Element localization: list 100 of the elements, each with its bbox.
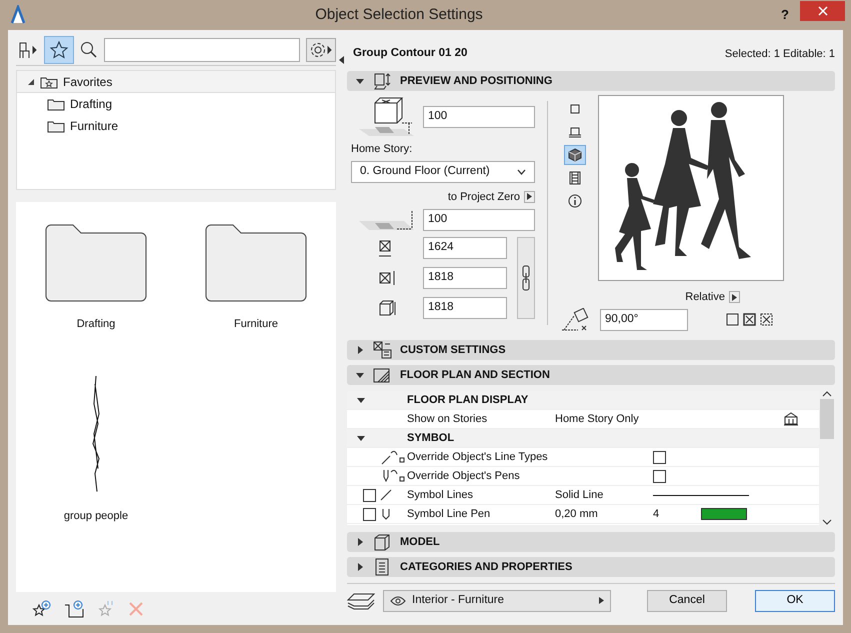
- item-label[interactable]: Furniture: [234, 316, 278, 332]
- folder-icon: [47, 97, 65, 111]
- star-add-icon[interactable]: [32, 600, 52, 618]
- project-elevation-field[interactable]: 100: [423, 209, 535, 231]
- property-value[interactable]: Solid Line: [555, 488, 604, 501]
- cancel-button[interactable]: Cancel: [647, 590, 727, 612]
- reference-label[interactable]: to Project Zero: [448, 188, 520, 205]
- home-story-label: Home Story:: [351, 142, 414, 157]
- relative-label[interactable]: Relative: [685, 289, 725, 306]
- window-title: Object Selection Settings: [314, 4, 484, 25]
- property-checkbox[interactable]: [362, 508, 376, 520]
- mirror-x-icon[interactable]: [743, 313, 756, 326]
- section-header[interactable]: FLOOR PLAN AND SECTION: [347, 365, 835, 385]
- favorites-button[interactable]: [44, 36, 74, 64]
- tree-item[interactable]: Drafting: [70, 95, 112, 113]
- depth-icon: [378, 269, 396, 287]
- height-icon: [378, 299, 396, 317]
- layers-icon: [347, 592, 375, 610]
- section-view-icon: [568, 125, 582, 139]
- expanded-arrow-icon[interactable]: [356, 77, 364, 85]
- cube-icon: [568, 148, 582, 162]
- layer-dropdown[interactable]: Interior - Furniture: [383, 590, 611, 612]
- expanded-arrow-icon[interactable]: [357, 396, 365, 404]
- close-icon: [818, 6, 828, 16]
- star-icon: [49, 40, 69, 60]
- mirror-dashed-icon[interactable]: [760, 313, 773, 326]
- search-icon[interactable]: [80, 40, 98, 58]
- item-label[interactable]: Drafting: [76, 316, 116, 332]
- object-name: Group Contour 01 20: [353, 46, 468, 62]
- story-icon: [783, 412, 799, 426]
- scribble-drawing[interactable]: [91, 374, 101, 494]
- property-value[interactable]: Home Story Only: [555, 412, 639, 425]
- pen-override-icon: [381, 468, 407, 484]
- play-arrow-icon: [732, 294, 737, 301]
- floorplan-section-icon: [373, 366, 392, 384]
- app-logo-icon: [8, 5, 28, 25]
- home-story-dropdown[interactable]: 0. Ground Floor (Current): [351, 160, 535, 182]
- scrollbar-thumb[interactable]: [820, 399, 834, 439]
- reference-menu-button[interactable]: [524, 190, 535, 203]
- scroll-down-icon[interactable]: [822, 519, 832, 525]
- property-checkbox[interactable]: [653, 470, 666, 482]
- mirror-off-icon[interactable]: [726, 313, 739, 326]
- info-icon: [568, 194, 582, 208]
- property-label: Symbol Lines: [407, 488, 474, 503]
- line-type-override-icon: [381, 449, 407, 465]
- chevron-down-icon: [517, 168, 526, 174]
- expanded-arrow-icon[interactable]: [356, 371, 364, 379]
- expanded-arrow-icon[interactable]: [357, 434, 365, 442]
- preview-section-icon: [373, 72, 392, 90]
- elevation-field[interactable]: 100: [423, 106, 535, 128]
- height-field[interactable]: 1818: [423, 297, 507, 319]
- pen-icon: [380, 508, 392, 520]
- section-header[interactable]: PREVIEW AND POSITIONING: [347, 71, 835, 91]
- eye-icon: [390, 596, 406, 606]
- settings-button[interactable]: [306, 38, 336, 62]
- help-button[interactable]: ?: [770, 5, 800, 25]
- section-header[interactable]: MODEL: [347, 532, 835, 552]
- folder-icon: [47, 119, 65, 133]
- folder-add-icon[interactable]: [64, 600, 84, 618]
- pen-number[interactable]: 4: [653, 506, 660, 522]
- folder-icon[interactable]: [45, 224, 147, 302]
- relative-menu-button[interactable]: [729, 291, 740, 304]
- tree-item[interactable]: Furniture: [70, 117, 118, 135]
- film-icon: [568, 171, 582, 185]
- chain-link-icon: [522, 264, 530, 292]
- view-mode-button[interactable]: [564, 145, 586, 165]
- depth-field[interactable]: 1818: [423, 267, 507, 289]
- collapsed-arrow-icon[interactable]: [356, 538, 364, 546]
- folder-icon[interactable]: [205, 224, 307, 302]
- property-checkbox[interactable]: [653, 450, 666, 464]
- expanded-arrow-icon[interactable]: [27, 78, 35, 86]
- scroll-up-icon[interactable]: [822, 391, 832, 397]
- tree-item[interactable]: Favorites: [63, 72, 112, 90]
- selection-info: Selected: 1 Editable: 1: [724, 46, 835, 62]
- section-header[interactable]: CUSTOM SETTINGS: [347, 340, 835, 360]
- link-toggle-button[interactable]: [517, 237, 535, 319]
- play-arrow-icon: [599, 597, 604, 604]
- property-label: Override Object's Pens: [407, 468, 521, 484]
- property-label: Show on Stories: [407, 412, 488, 427]
- property-label: Symbol Line Pen: [407, 506, 492, 522]
- model-section-icon: [373, 533, 392, 551]
- item-label[interactable]: group people: [64, 508, 128, 524]
- pen-color-swatch[interactable]: [701, 508, 748, 520]
- property-value[interactable]: 0,20 mm: [555, 508, 598, 520]
- collapsed-arrow-icon[interactable]: [356, 346, 364, 354]
- custom-section-icon: [373, 341, 392, 359]
- square-icon: [568, 102, 582, 116]
- section-header[interactable]: CATEGORIES AND PROPERTIES: [347, 557, 835, 577]
- close-button[interactable]: [800, 1, 845, 21]
- collapse-arrow-icon[interactable]: [338, 56, 345, 64]
- line-icon: [380, 489, 392, 501]
- property-label: Override Object's Line Types: [407, 450, 549, 465]
- gear-icon: [309, 40, 334, 58]
- property-checkbox[interactable]: [362, 488, 376, 502]
- collapsed-arrow-icon[interactable]: [356, 563, 364, 571]
- ok-button[interactable]: OK: [755, 590, 835, 612]
- search-field[interactable]: [104, 38, 300, 62]
- favorites-folder-icon: [40, 74, 58, 88]
- width-field[interactable]: 1624: [423, 237, 507, 259]
- angle-field[interactable]: 90,00°: [600, 308, 688, 330]
